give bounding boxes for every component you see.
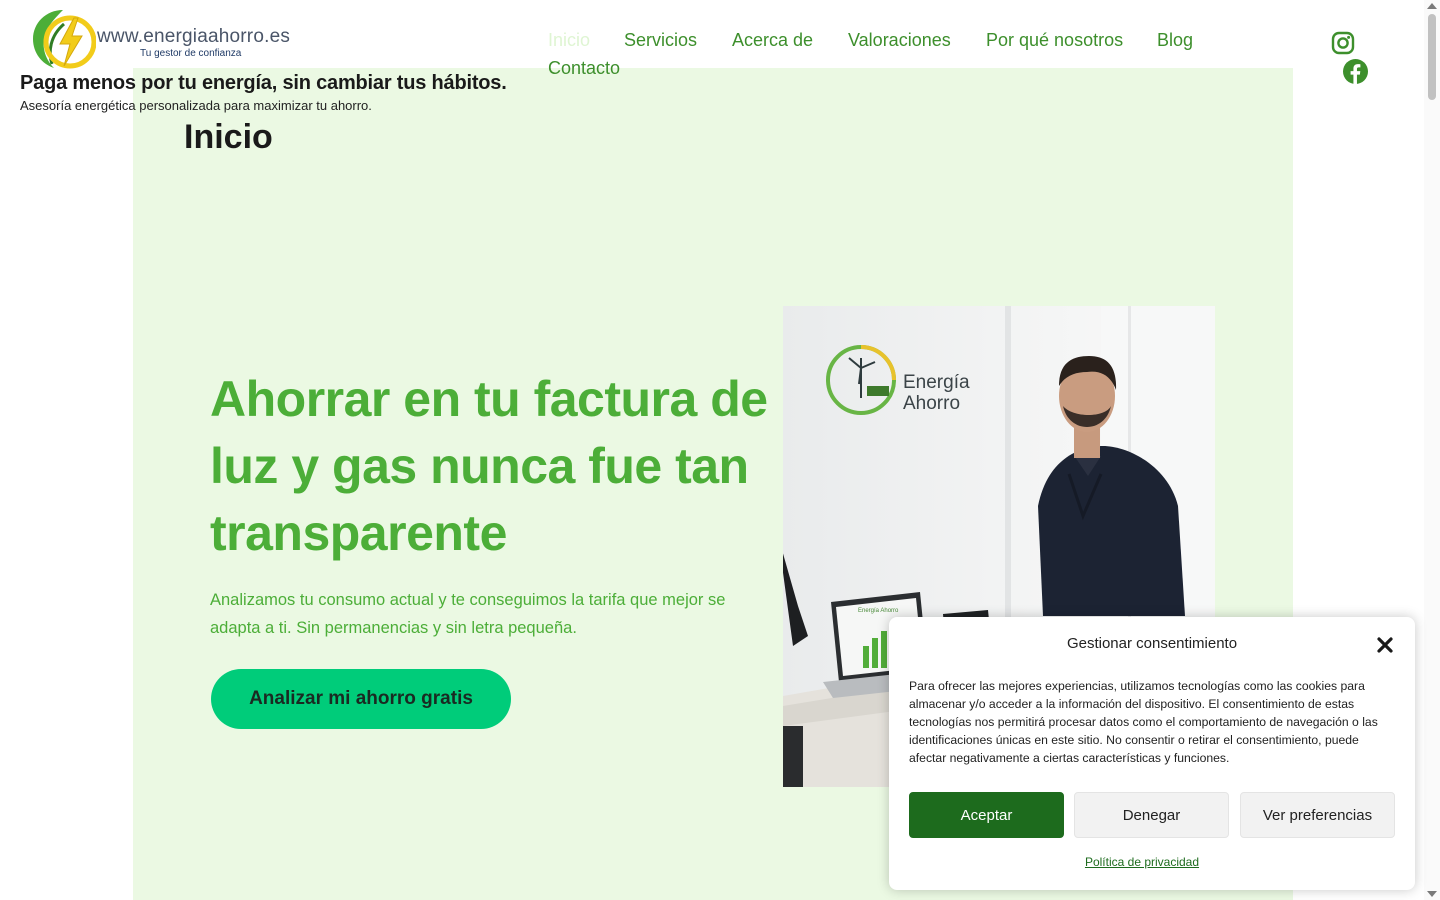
wall-logo-line1: Energía	[903, 372, 970, 393]
facebook-icon[interactable]	[1343, 59, 1369, 85]
logo-tagline: Tu gestor de confianza	[140, 48, 242, 59]
nav-item-por-que-nosotros[interactable]: Por qué nosotros	[986, 30, 1123, 51]
nav-item-valoraciones[interactable]: Valoraciones	[848, 30, 951, 51]
nav-item-inicio[interactable]: Inicio	[548, 30, 590, 51]
scroll-up-arrow-icon[interactable]	[1427, 3, 1437, 9]
view-preferences-button[interactable]: Ver preferencias	[1240, 792, 1395, 838]
hero-text: Analizamos tu consumo actual y te conseg…	[210, 591, 726, 637]
hero-title: Ahorrar en tu factura de luz y gas nunca…	[210, 371, 768, 561]
logo-leaf-bolt-icon	[33, 10, 96, 69]
scroll-down-arrow-icon[interactable]	[1427, 891, 1437, 897]
analyze-savings-button[interactable]: Analizar mi ahorro gratis	[211, 669, 511, 729]
page-scrollbar[interactable]	[1424, 0, 1440, 900]
site-description: Asesoría energética personalizada para m…	[20, 98, 372, 113]
nav-item-contacto[interactable]: Contacto	[548, 58, 620, 79]
deny-button[interactable]: Denegar	[1074, 792, 1229, 838]
cookie-consent-dialog: Gestionar consentimiento Para ofrecer la…	[889, 617, 1415, 890]
consent-body: Para ofrecer las mejores experiencias, u…	[909, 679, 1378, 765]
site-title: Paga menos por tu energía, sin cambiar t…	[20, 72, 507, 94]
close-icon[interactable]	[1375, 635, 1395, 655]
nav-item-acerca-de[interactable]: Acerca de	[732, 30, 813, 51]
privacy-policy-link[interactable]: Política de privacidad	[889, 855, 1395, 869]
page-title: Inicio	[184, 118, 273, 156]
instagram-icon[interactable]	[1331, 31, 1357, 57]
accept-button[interactable]: Aceptar	[909, 792, 1064, 838]
scrollbar-thumb[interactable]	[1428, 14, 1436, 100]
laptop-label: Energía Ahorro	[858, 608, 899, 614]
nav-item-blog[interactable]: Blog	[1157, 30, 1193, 51]
consent-title: Gestionar consentimiento	[1066, 635, 1238, 652]
logo-text: www.energiaahorro.es	[97, 26, 291, 47]
nav-item-servicios[interactable]: Servicios	[624, 30, 697, 51]
wall-logo-line2: Ahorro	[903, 393, 960, 414]
